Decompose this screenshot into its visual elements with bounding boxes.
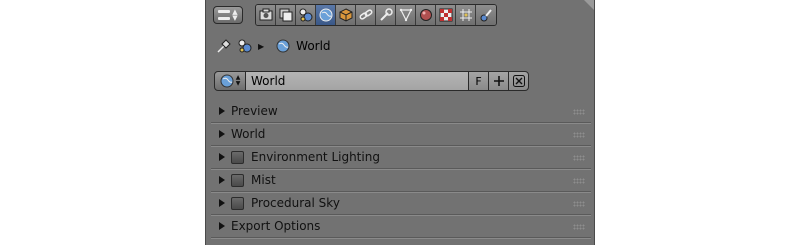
panel-header[interactable]: Environment Lighting: [211, 146, 591, 170]
chevron-updown-icon: ▲ ▼: [235, 74, 241, 87]
render-layers-icon: [279, 8, 292, 22]
panel-label: Export Options: [231, 219, 321, 233]
panel-enable-checkbox[interactable]: [231, 150, 244, 164]
drag-grip-icon[interactable]: [573, 109, 585, 115]
panel-label: World: [231, 127, 266, 141]
panel-header[interactable]: Mist: [211, 169, 591, 193]
expand-triangle-icon[interactable]: [219, 107, 225, 115]
material-icon: [419, 9, 432, 21]
world-datablock: ▲ ▼ World F: [214, 71, 529, 91]
panel-label: Preview: [231, 104, 278, 118]
particles-icon: [459, 9, 472, 21]
expand-triangle-icon[interactable]: [219, 222, 225, 230]
world-icon: [319, 8, 332, 22]
tab-render[interactable]: [256, 5, 276, 25]
panel-header[interactable]: World: [211, 123, 591, 147]
editor-type-button[interactable]: ▲ ▼: [213, 6, 243, 24]
browse-world-button[interactable]: ▲ ▼: [214, 71, 246, 91]
panel-header[interactable]: Procedural Sky: [211, 192, 591, 216]
object-icon: [339, 8, 352, 22]
drag-grip-icon[interactable]: [573, 178, 585, 184]
fake-user-button[interactable]: F: [469, 71, 489, 91]
drag-grip-icon[interactable]: [573, 201, 585, 207]
panel-header[interactable]: Preview: [211, 100, 591, 124]
tab-material[interactable]: [416, 5, 436, 25]
properties-panel: ▲ ▼ ▶ World ▲ ▼ World F Preview World En…: [205, 0, 595, 245]
world-name-field[interactable]: World: [246, 71, 469, 91]
unlink-world-button[interactable]: [509, 71, 529, 91]
texture-icon: [439, 8, 452, 22]
scene-icon: [299, 8, 312, 22]
properties-editor-icon: [218, 10, 231, 20]
panel-label: Mist: [251, 173, 276, 187]
panel-list: Preview World Environment Lighting Mist …: [211, 100, 591, 239]
physics-icon: [480, 9, 492, 22]
drag-grip-icon[interactable]: [573, 132, 585, 138]
drag-grip-icon[interactable]: [573, 224, 585, 230]
properties-header: ▲ ▼: [213, 4, 497, 26]
tab-scene[interactable]: [296, 5, 316, 25]
close-icon: [512, 75, 525, 87]
constraints-icon: [359, 9, 372, 20]
panel-enable-checkbox[interactable]: [231, 196, 244, 210]
expand-triangle-icon[interactable]: [219, 176, 225, 184]
area-split-corner[interactable]: [584, 0, 594, 10]
modifiers-icon: [379, 8, 393, 21]
expand-triangle-icon[interactable]: [219, 130, 225, 138]
world-icon: [276, 39, 290, 53]
new-world-button[interactable]: [489, 71, 509, 91]
chevron-updown-icon: ▲ ▼: [232, 8, 238, 22]
tab-modifiers[interactable]: [376, 5, 396, 25]
scene-icon: [238, 39, 252, 53]
panel-enable-checkbox[interactable]: [231, 173, 244, 187]
tab-data[interactable]: [396, 5, 416, 25]
data-icon: [399, 8, 412, 22]
world-icon: [220, 74, 234, 88]
expand-triangle-icon[interactable]: [219, 153, 225, 161]
plus-icon: [493, 76, 504, 86]
tab-particles[interactable]: [456, 5, 476, 25]
tab-object[interactable]: [336, 5, 356, 25]
chevron-right-icon: ▶: [258, 41, 265, 51]
tab-constraints[interactable]: [356, 5, 376, 25]
pin-icon[interactable]: [216, 38, 232, 54]
panel-label: Environment Lighting: [251, 150, 380, 164]
tab-world[interactable]: [316, 5, 336, 25]
tab-texture[interactable]: [436, 5, 456, 25]
render-icon: [259, 8, 272, 21]
panel-header[interactable]: Export Options: [211, 215, 591, 239]
tab-render-layers[interactable]: [276, 5, 296, 25]
panel-label: Procedural Sky: [251, 196, 340, 210]
expand-triangle-icon[interactable]: [219, 199, 225, 207]
context-tabs: [255, 4, 497, 26]
tab-physics[interactable]: [476, 5, 496, 25]
drag-grip-icon[interactable]: [573, 155, 585, 161]
breadcrumb-label: World: [296, 39, 331, 53]
breadcrumb: ▶ World: [216, 36, 331, 56]
